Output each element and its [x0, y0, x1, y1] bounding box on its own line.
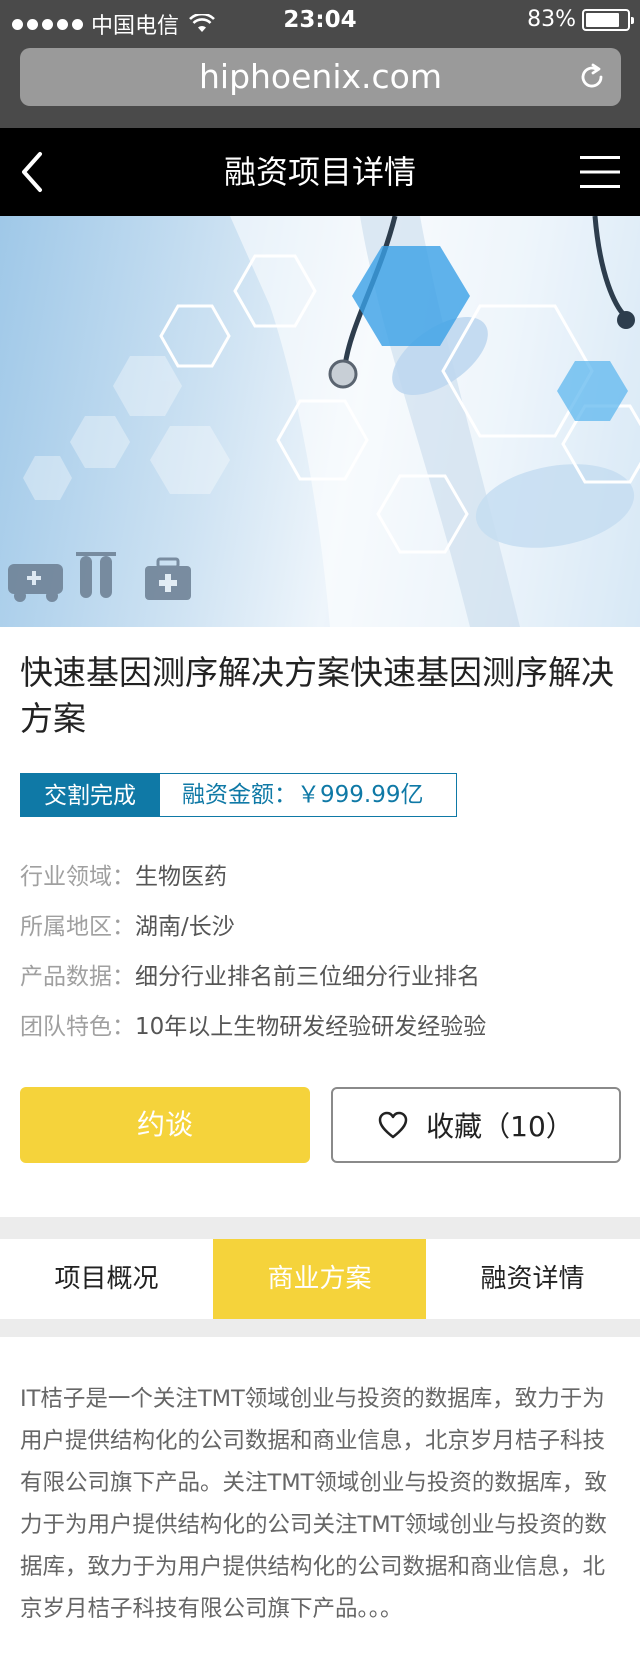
medical-kit-icon	[145, 557, 191, 600]
section-divider	[0, 1319, 640, 1337]
info-label: 所属地区：	[20, 914, 135, 940]
medical-hero-image	[8, 216, 640, 627]
battery-percent: 83%	[527, 7, 576, 32]
info-value: 生物医药	[135, 864, 227, 890]
info-label: 行业领域：	[20, 864, 135, 890]
test-tubes-icon	[76, 552, 116, 598]
battery-fill	[586, 12, 619, 27]
reload-icon[interactable]	[577, 62, 607, 92]
info-value: 湖南/长沙	[135, 914, 235, 940]
favorite-button[interactable]: 收藏（10）	[331, 1087, 621, 1163]
talk-button[interactable]: 约谈	[20, 1087, 310, 1163]
tab-financing-details[interactable]: 融资详情	[426, 1239, 639, 1319]
url-text: hiphoenix.com	[198, 57, 443, 96]
ambulance-icon	[8, 564, 63, 602]
amount-badge: 融资金额：￥999.99亿	[160, 773, 457, 817]
page-header: 融资项目详情	[0, 128, 640, 216]
heart-icon	[378, 1111, 408, 1139]
project-info-list: 行业领域：生物医药 所属地区：湖南/长沙 产品数据：细分行业排名前三位细分行业排…	[20, 852, 620, 1052]
info-row-team: 团队特色：10年以上生物研发经验研发经验验	[20, 1002, 620, 1052]
info-value: 细分行业排名前三位细分行业排名	[135, 964, 480, 990]
status-right: 83%	[527, 7, 634, 32]
project-tags: 交割完成 融资金额：￥999.99亿	[20, 773, 457, 817]
battery-icon	[582, 8, 634, 31]
status-bar: 中国电信 23:04 83%	[0, 0, 640, 40]
business-plan-description: IT桔子是一个关注TMT领域创业与投资的数据库，致力于为用户提供结构化的公司数据…	[20, 1386, 607, 1622]
info-row-product-data: 产品数据：细分行业排名前三位细分行业排名	[20, 952, 620, 1002]
info-label: 产品数据：	[20, 964, 135, 990]
section-divider	[0, 1217, 640, 1239]
tab-overview[interactable]: 项目概况	[0, 1239, 213, 1319]
status-badge: 交割完成	[20, 773, 160, 817]
browser-chrome: 中国电信 23:04 83% hiphoenix.com	[0, 0, 640, 128]
info-value: 10年以上生物研发经验研发经验验	[135, 1014, 487, 1040]
tab-bar: 项目概况 商业方案 融资详情	[0, 1239, 640, 1319]
favorite-label: 收藏（10）	[426, 1110, 574, 1143]
info-row-industry: 行业领域：生物医药	[20, 852, 620, 902]
tab-business-plan[interactable]: 商业方案	[213, 1239, 426, 1319]
info-row-region: 所属地区：湖南/长沙	[20, 902, 620, 952]
url-bar[interactable]: hiphoenix.com	[20, 48, 621, 106]
hamburger-menu-icon[interactable]	[580, 152, 620, 192]
info-label: 团队特色：	[20, 1014, 135, 1040]
project-title: 快速基因测序解决方案快速基因测序解决方案	[20, 653, 614, 738]
hero-banner	[0, 216, 640, 627]
page-title: 融资项目详情	[223, 153, 416, 191]
